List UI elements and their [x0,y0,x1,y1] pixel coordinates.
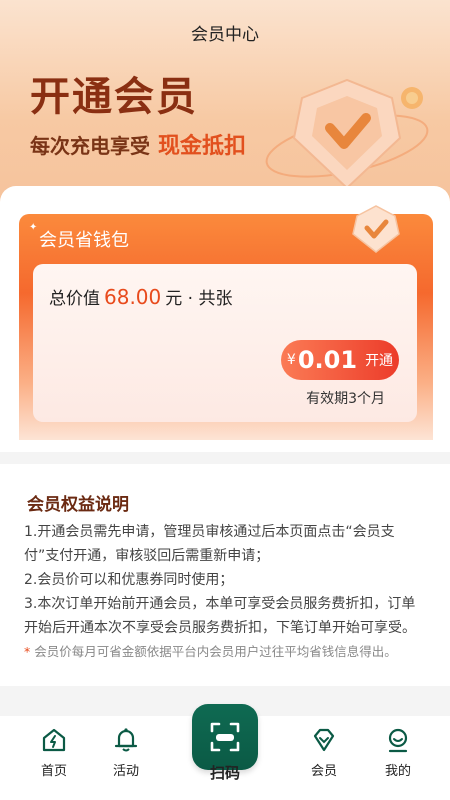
tab-mine-label: 我的 [384,764,411,779]
hero-title: 开通会员 [30,74,198,120]
note-mark: * [24,644,31,659]
wallet-section: ✦ 会员省钱包 总价值 68.00 元 · 共张 ¥0.01 开通 有效期3个月 [0,186,450,452]
open-button-label: 开通 [365,353,394,369]
rights-item: 2.会员价可以和优惠券同时使用； [24,572,234,588]
bell-icon [114,728,138,752]
total-suffix: 元 · 共张 [165,289,233,309]
tab-activity[interactable]: 活动 [96,726,156,779]
total-prefix: 总价值 [49,289,100,309]
wallet-badge-icon [352,205,400,253]
page-title: 会员中心 [191,25,259,45]
hero-subtitle-text: 每次充电享受 [30,134,150,158]
rights-item: 1.开通会员需先申请，管理员审核通过后本页面点击“会员支付”支付开通，审核驳回后… [24,524,395,564]
home-icon [42,728,66,752]
scan-button[interactable] [192,704,258,770]
tab-member[interactable]: 会员 [294,726,354,779]
total-value: 总价值 68.00 元 · 共张 [49,284,232,309]
scan-label: 扫码 [209,764,240,782]
total-amount: 68.00 [104,285,162,309]
rights-list: 1.开通会员需先申请，管理员审核通过后本页面点击“会员支付”支付开通，审核驳回后… [24,520,428,664]
rights-note: * 会员价每月可省金额依据平台内会员用户过往平均省钱信息得出。 [24,640,428,664]
wallet-detail: 总价值 68.00 元 · 共张 ¥0.01 开通 有效期3个月 [33,264,417,422]
diamond-icon [313,728,335,752]
rights-section: 会员权益说明 1.开通会员需先申请，管理员审核通过后本页面点击“会员支付”支付开… [0,464,450,686]
membership-price: 0.01 [297,346,358,374]
hero-highlight: 现金抵扣 [158,134,247,159]
hero-subtitle: 每次充电享受 现金抵扣 [30,128,246,160]
tab-activity-label: 活动 [112,764,139,779]
tab-home[interactable]: 首页 [24,726,84,779]
wallet-card: ✦ 会员省钱包 总价值 68.00 元 · 共张 ¥0.01 开通 有效期3个月 [19,205,433,440]
validity-text: 有效期3个月 [306,391,385,407]
rights-item: 3.本次订单开始前开通会员，本单可享受会员服务费折扣，订单开始后开通本次不享受会… [24,596,416,636]
sparkle-icon: ✦ [29,222,38,233]
open-membership-button[interactable]: ¥0.01 开通 [281,340,399,380]
profile-icon [388,728,408,753]
tab-home-label: 首页 [40,764,67,779]
rights-title: 会员权益说明 [27,495,129,515]
scan-icon [210,722,240,752]
wallet-label: 会员省钱包 [39,230,129,251]
tab-member-label: 会员 [310,764,337,779]
tab-mine[interactable]: 我的 [368,726,428,779]
currency-symbol: ¥ [286,352,296,368]
note-text: 会员价每月可省金额依据平台内会员用户过往平均省钱信息得出。 [34,644,397,659]
